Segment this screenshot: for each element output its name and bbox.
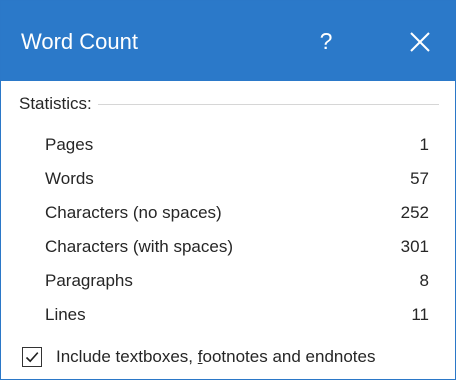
stat-row-paragraphs: Paragraphs 8 bbox=[1, 267, 455, 295]
help-button[interactable]: ? bbox=[309, 23, 343, 59]
include-textboxes-option[interactable]: Include textboxes, footnotes and endnote… bbox=[22, 346, 452, 370]
stat-value: 1 bbox=[419, 135, 429, 154]
title-bar: Word Count ? bbox=[1, 1, 455, 81]
stat-row-pages: Pages 1 bbox=[1, 131, 455, 159]
stat-label: Pages bbox=[45, 135, 94, 154]
statistics-section-header: Statistics: bbox=[19, 93, 439, 115]
word-count-dialog: Word Count ? Statistics: Pages 1 Words 5… bbox=[0, 0, 456, 380]
stat-value: 8 bbox=[419, 271, 429, 290]
stat-row-characters-with-spaces: Characters (with spaces) 301 bbox=[1, 233, 455, 261]
stat-value: 57 bbox=[410, 169, 429, 188]
checkmark-icon bbox=[25, 352, 39, 363]
stat-label: Characters (with spaces) bbox=[45, 237, 234, 256]
dialog-title: Word Count bbox=[21, 29, 138, 54]
stat-row-characters-no-spaces: Characters (no spaces) 252 bbox=[1, 199, 455, 227]
close-icon bbox=[410, 32, 430, 52]
stat-label: Lines bbox=[45, 305, 86, 324]
stat-value: 11 bbox=[411, 305, 429, 324]
include-textboxes-label: Include textboxes, footnotes and endnote… bbox=[56, 347, 376, 366]
stat-value: 252 bbox=[400, 203, 429, 222]
include-textboxes-checkbox[interactable] bbox=[22, 347, 42, 367]
statistics-list: Pages 1 Words 57 Characters (no spaces) … bbox=[1, 131, 455, 335]
stat-row-lines: Lines 11 bbox=[1, 301, 455, 329]
stat-value: 301 bbox=[400, 237, 429, 256]
statistics-heading: Statistics: bbox=[19, 93, 98, 115]
close-button[interactable] bbox=[401, 23, 439, 61]
stat-label: Paragraphs bbox=[45, 271, 133, 290]
stat-label: Words bbox=[45, 169, 94, 188]
stat-row-words: Words 57 bbox=[1, 165, 455, 193]
stat-label: Characters (no spaces) bbox=[45, 203, 222, 222]
